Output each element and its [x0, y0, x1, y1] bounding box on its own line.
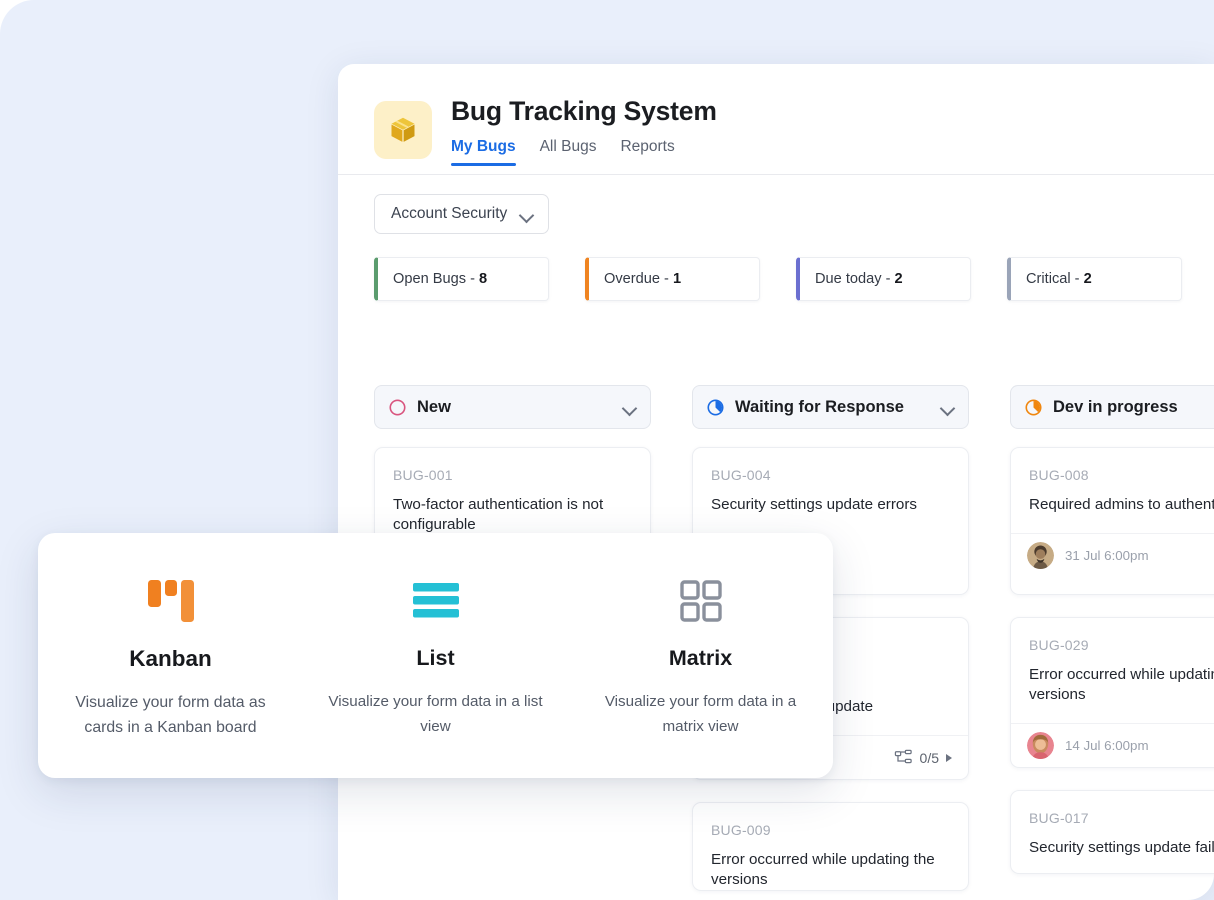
- package-box-icon: [391, 117, 415, 142]
- view-option-title: Kanban: [129, 646, 212, 671]
- kanban-column-dev-in-progress: Dev in progress BUG-008 Required admins …: [1010, 385, 1214, 891]
- bug-title: Error occurred while updating the versio…: [711, 851, 935, 888]
- bug-id: BUG-017: [1029, 810, 1089, 826]
- bug-id: BUG-008: [1029, 467, 1089, 483]
- avatar[interactable]: [1027, 542, 1054, 569]
- bug-title: Security settings update errors: [711, 496, 917, 513]
- view-option-desc: Visualize your form data in a matrix vie…: [604, 693, 797, 735]
- page-title: Bug Tracking System: [451, 96, 717, 126]
- column-header[interactable]: Waiting for Response: [692, 385, 969, 429]
- stat-label: Due today -: [815, 271, 895, 287]
- subtask-tree-icon: [894, 749, 912, 764]
- module-select-label: Account Security: [391, 205, 508, 222]
- stat-card-due-today[interactable]: Due today - 2: [796, 257, 971, 301]
- bug-title: Security settings update failed: [1029, 839, 1214, 856]
- subtask-indicator[interactable]: 0/5: [894, 748, 952, 767]
- bug-title: Required admins to authenticate: [1029, 496, 1214, 513]
- due-date: 31 Jul 6:00pm: [1065, 548, 1149, 563]
- avatar[interactable]: [1027, 732, 1054, 759]
- stat-label: Open Bugs -: [393, 271, 479, 287]
- bug-card[interactable]: BUG-008 Required admins to authenticate: [1010, 447, 1214, 595]
- column-cards: BUG-008 Required admins to authenticate: [1010, 447, 1214, 874]
- column-title: Dev in progress: [1053, 397, 1178, 416]
- bug-id: BUG-009: [711, 822, 771, 838]
- column-title: Waiting for Response: [735, 397, 904, 416]
- column-header[interactable]: Dev in progress: [1010, 385, 1214, 429]
- bug-card[interactable]: BUG-009 Error occurred while updating th…: [692, 802, 969, 891]
- tab-my-bugs[interactable]: My Bugs: [451, 138, 516, 166]
- bug-id: BUG-001: [393, 467, 453, 483]
- list-icon: [321, 577, 550, 625]
- stat-card-overdue[interactable]: Overdue - 1: [585, 257, 760, 301]
- caret-right-icon: [946, 753, 952, 762]
- bug-card[interactable]: BUG-029 Error occurred while updating th…: [1010, 617, 1214, 768]
- view-option-kanban[interactable]: Kanban Visualize your form data as cards…: [38, 577, 303, 740]
- stat-card-open-bugs[interactable]: Open Bugs - 8: [374, 257, 549, 301]
- chevron-down-icon[interactable]: [941, 403, 954, 411]
- card-footer: 14 Jul 6:00pm: [1011, 723, 1214, 767]
- view-option-title: Matrix: [668, 646, 733, 670]
- stat-card-critical[interactable]: Critical - 2: [1007, 257, 1182, 301]
- bug-id: BUG-004: [711, 467, 771, 483]
- matrix-icon: [586, 577, 815, 625]
- due-date: 14 Jul 6:00pm: [1065, 738, 1149, 753]
- chevron-down-icon: [520, 210, 533, 218]
- stat-value: 2: [1083, 271, 1092, 287]
- view-option-matrix[interactable]: Matrix Visualize your form data in a mat…: [568, 577, 833, 739]
- stat-value: 2: [894, 271, 903, 287]
- stat-value: 1: [672, 271, 682, 287]
- app-logo: [374, 101, 432, 159]
- kanban-icon: [56, 577, 285, 625]
- column-title: New: [417, 397, 451, 416]
- view-picker-popover: Kanban Visualize your form data as cards…: [38, 533, 833, 778]
- view-option-desc: Visualize your form data in a list view: [328, 693, 543, 735]
- circle-empty-icon: [388, 398, 407, 417]
- view-option-list[interactable]: List Visualize your form data in a list …: [303, 577, 568, 739]
- chevron-down-icon[interactable]: [623, 403, 636, 411]
- stat-value: 8: [479, 271, 488, 287]
- stat-label: Critical -: [1026, 271, 1084, 287]
- view-option-desc: Visualize your form data as cards in a K…: [75, 694, 266, 736]
- bug-card[interactable]: BUG-017 Security settings update failed: [1010, 790, 1214, 874]
- bug-title: Error occurred while updating the versio…: [1029, 666, 1214, 703]
- tab-bar: My Bugs All Bugs Reports: [451, 138, 717, 166]
- page-root: Bug Tracking System My Bugs All Bugs Rep…: [0, 0, 1214, 900]
- bug-title: Two-factor authentication is not configu…: [393, 496, 604, 533]
- view-option-title: List: [416, 646, 455, 670]
- card-footer: 31 Jul 6:00pm: [1011, 533, 1214, 577]
- filter-bar: Account Security: [338, 175, 1214, 234]
- subtask-count: 0/5: [919, 749, 939, 766]
- circle-quarter-icon: [706, 398, 725, 417]
- circle-quarter-icon: [1024, 398, 1043, 417]
- stat-label: Overdue -: [604, 271, 673, 287]
- tab-reports[interactable]: Reports: [620, 138, 674, 166]
- module-select[interactable]: Account Security: [374, 194, 550, 234]
- app-header: Bug Tracking System My Bugs All Bugs Rep…: [338, 64, 1214, 174]
- tab-all-bugs[interactable]: All Bugs: [540, 138, 597, 166]
- stats-row: Open Bugs - 8 Overdue - 1 Due today - 2 …: [338, 234, 1214, 301]
- bug-id: BUG-029: [1029, 637, 1089, 653]
- column-header[interactable]: New: [374, 385, 651, 429]
